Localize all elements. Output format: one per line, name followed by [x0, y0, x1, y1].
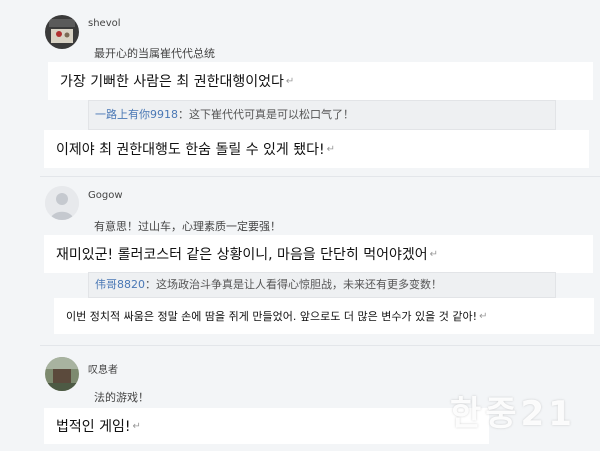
avatar[interactable]: [45, 357, 79, 391]
divider: [40, 176, 600, 177]
translation-box: 법적인 게임! ↵: [44, 408, 489, 444]
return-mark: ↵: [479, 310, 488, 322]
reply-line: 伟哥8820：这场政治斗争真是让人看得心惊胆战，未来还有更多变数！: [95, 276, 442, 292]
reply-text: 这下崔代代可真是可以松口气了！: [189, 108, 354, 121]
translation-box: 이제야 최 권한대행도 한숨 돌릴 수 있게 됐다! ↵: [44, 130, 589, 168]
translation-text: 가장 기뻐한 사람은 최 권한대행이었다: [60, 74, 284, 90]
translation-box: 가장 기뻐한 사람은 최 권한대행이었다 ↵: [48, 62, 593, 100]
reply-separator: ：: [178, 108, 189, 121]
username[interactable]: Gogow: [88, 190, 123, 201]
reply-separator: ：: [145, 278, 156, 291]
comment-text: 法的游戏！: [94, 391, 149, 404]
translation-box: 재미있군! 롤러코스터 같은 상황이니, 마음을 단단히 먹어야겠어 ↵: [44, 235, 593, 273]
watermark-logo: 한중21: [450, 394, 576, 434]
reply-text: 这场政治斗争真是让人看得心惊胆战，未来还有更多变数！: [156, 278, 442, 291]
avatar[interactable]: [45, 186, 79, 220]
comment-text: 有意思！过山车，心理素质一定要强！: [94, 220, 281, 233]
return-mark: ↵: [285, 75, 295, 87]
return-mark: ↵: [132, 420, 141, 432]
translation-box: 이번 정치적 싸움은 정말 손에 땀을 쥐게 만들었어. 앞으로도 더 많은 변…: [54, 298, 594, 334]
translation-text: 재미있군! 롤러코스터 같은 상황이니, 마음을 단단히 먹어야겠어: [56, 247, 428, 263]
comment-text: 最开心的当属崔代代总统: [94, 47, 215, 60]
return-mark: ↵: [429, 248, 439, 260]
avatar[interactable]: [45, 15, 79, 49]
username[interactable]: 叹息者: [88, 361, 118, 376]
translation-text: 법적인 게임!: [56, 419, 131, 435]
reply-username[interactable]: 一路上有你9918: [95, 108, 178, 121]
reply-username[interactable]: 伟哥8820: [95, 278, 145, 291]
translation-text: 이제야 최 권한대행도 한숨 돌릴 수 있게 됐다!: [56, 142, 325, 158]
divider: [40, 345, 600, 346]
reply-line: 一路上有你9918：这下崔代代可真是可以松口气了！: [95, 106, 354, 122]
return-mark: ↵: [326, 143, 335, 155]
username[interactable]: shevol: [88, 18, 121, 29]
translation-text: 이번 정치적 싸움은 정말 손에 땀을 쥐게 만들었어. 앞으로도 더 많은 변…: [66, 310, 478, 323]
